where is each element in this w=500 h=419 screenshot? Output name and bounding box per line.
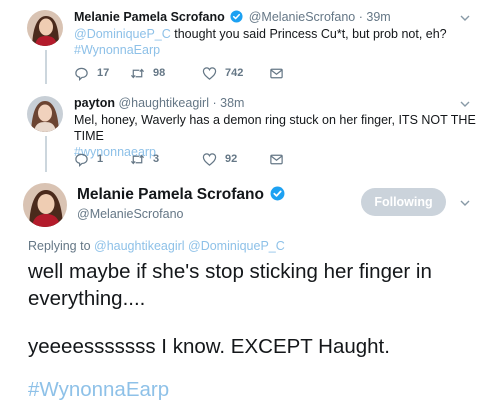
avatar[interactable] xyxy=(27,10,63,46)
reply-icon xyxy=(75,67,88,81)
retweet-count: 3 xyxy=(153,153,160,165)
avatar[interactable] xyxy=(23,183,67,227)
tweet-text: @DominiqueP_C thought you said Princess … xyxy=(74,26,484,58)
replying-to-prefix: Replying to xyxy=(28,239,95,253)
reply-count: 17 xyxy=(97,67,110,79)
author-name[interactable]: payton xyxy=(74,96,115,110)
verified-icon xyxy=(270,186,285,201)
replying-to-mentions[interactable]: @haughtikeagirl @DominiqueP_C xyxy=(94,239,285,253)
chevron-down-icon[interactable] xyxy=(459,197,471,209)
like-icon xyxy=(202,66,217,80)
reply-button[interactable]: 17 xyxy=(74,66,110,81)
thread-line xyxy=(45,50,47,84)
retweet-button[interactable]: 98 xyxy=(130,66,165,80)
tweet-text-content: Mel, honey, Waverly has a demon ring stu… xyxy=(74,113,476,143)
separator-dot: · xyxy=(212,96,217,110)
tweet-text-content: thought you said Princess Cu*t, but prob… xyxy=(170,27,447,41)
like-icon xyxy=(202,152,217,166)
reply-icon xyxy=(75,153,88,167)
reply-count: 1 xyxy=(97,153,104,165)
message-icon xyxy=(270,154,283,164)
hashtag-link[interactable]: #WynonnaEarp xyxy=(74,43,160,57)
author-handle[interactable]: @MelanieScrofano xyxy=(77,207,184,221)
timestamp[interactable]: 39m xyxy=(366,10,390,24)
like-count: 92 xyxy=(225,153,238,165)
tweet-text-line: well maybe if she's stop sticking her fi… xyxy=(28,260,432,283)
tweet-text-line: yeeeesssssss I know. EXCEPT Haught. xyxy=(28,335,390,358)
author-handle[interactable]: @MelanieScrofano xyxy=(249,10,356,24)
replying-to: Replying to @haughtikeagirl @DominiqueP_… xyxy=(28,239,285,253)
retweet-count: 98 xyxy=(153,67,166,79)
tweet-text-line: everything.... xyxy=(28,287,146,310)
message-icon xyxy=(270,68,283,78)
timestamp[interactable]: 38m xyxy=(220,96,244,110)
tweet-1[interactable]: Melanie Pamela Scrofano @MelanieScrofano… xyxy=(0,0,500,88)
tweet-2[interactable]: payton @haughtikeagirl · 38m Mel, honey,… xyxy=(0,88,500,176)
author-name[interactable]: Melanie Pamela Scrofano xyxy=(77,186,264,203)
author-name[interactable]: Melanie Pamela Scrofano xyxy=(74,10,225,24)
retweet-icon xyxy=(130,154,145,164)
author-handle[interactable]: @haughtikeagirl xyxy=(118,96,209,110)
retweet-icon xyxy=(130,68,145,78)
mention-link[interactable]: @DominiqueP_C xyxy=(74,27,171,41)
like-button[interactable]: 742 xyxy=(202,66,243,80)
separator-dot: · xyxy=(358,10,363,24)
following-button[interactable]: Following xyxy=(361,188,446,216)
like-count: 742 xyxy=(225,67,244,79)
message-button[interactable] xyxy=(269,152,292,166)
avatar[interactable] xyxy=(27,96,63,132)
message-button[interactable] xyxy=(269,66,292,80)
like-button[interactable]: 92 xyxy=(202,152,237,166)
chevron-down-icon[interactable] xyxy=(459,12,471,24)
chevron-down-icon[interactable] xyxy=(459,98,471,110)
hashtag-link[interactable]: #WynonnaEarp xyxy=(28,378,169,402)
verified-icon xyxy=(230,10,243,23)
thread-line xyxy=(45,136,47,172)
retweet-button[interactable]: 3 xyxy=(130,152,159,166)
reply-button[interactable]: 1 xyxy=(74,152,104,167)
